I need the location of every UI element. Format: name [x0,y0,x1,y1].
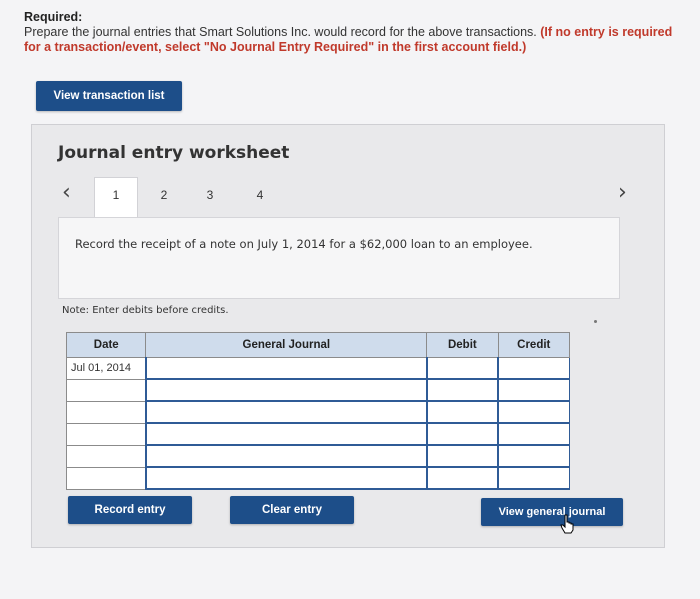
table-row [65,400,571,424]
chevron-left-icon[interactable]: ‹ [62,180,71,205]
date-cell[interactable]: Jul 01, 2014 [65,357,147,380]
required-instructions: Prepare the journal entries that Smart S… [24,25,684,55]
record-entry-button[interactable]: Record entry [68,496,192,524]
worksheet-title: Journal entry worksheet [58,143,290,163]
date-cell[interactable] [65,444,147,468]
tab-1[interactable]: 1 [94,177,138,219]
account-field[interactable] [144,444,428,468]
credit-field[interactable] [497,422,571,446]
credit-field[interactable] [497,444,571,468]
header-general-journal: General Journal [145,332,428,358]
transaction-description: Record the receipt of a note on July 1, … [75,237,533,251]
view-transaction-list-button[interactable]: View transaction list [36,81,182,111]
tab-2[interactable]: 2 [142,177,186,213]
debit-field[interactable] [425,466,499,490]
debits-note: Note: Enter debits before credits. [62,305,229,316]
account-field[interactable] [144,378,428,402]
tab-3[interactable]: 3 [188,177,232,213]
journal-table: Date General Journal Debit Credit Jul 01… [65,332,571,490]
table-row: Jul 01, 2014 [65,357,571,380]
date-cell[interactable] [65,378,147,402]
table-row [65,466,571,490]
account-field[interactable] [144,357,428,380]
table-row [65,422,571,446]
transaction-description-panel: Record the receipt of a note on July 1, … [58,217,620,299]
credit-field[interactable] [497,400,571,424]
table-row [65,444,571,468]
required-block: Required: Prepare the journal entries th… [24,10,684,55]
clear-entry-button[interactable]: Clear entry [230,496,354,524]
decorative-dot [594,320,597,323]
credit-field[interactable] [497,357,571,380]
credit-field[interactable] [497,466,571,490]
date-cell[interactable] [65,466,147,490]
debit-field[interactable] [425,444,499,468]
journal-entry-worksheet: Journal entry worksheet ‹ 1 2 3 4 › Reco… [31,124,665,548]
instruction-text: Prepare the journal entries that Smart S… [24,25,537,39]
date-cell[interactable] [65,400,147,424]
debit-field[interactable] [425,422,499,446]
hand-cursor-icon [560,514,574,534]
chevron-right-icon[interactable]: › [618,180,627,205]
account-field[interactable] [144,466,428,490]
header-debit: Debit [426,332,499,358]
required-title: Required: [24,10,83,24]
account-field[interactable] [144,400,428,424]
date-cell[interactable] [65,422,147,446]
header-credit: Credit [497,332,571,358]
account-field[interactable] [144,422,428,446]
header-date: Date [65,332,147,358]
table-row [65,378,571,402]
debit-field[interactable] [425,378,499,402]
credit-field[interactable] [497,378,571,402]
tab-4[interactable]: 4 [238,177,282,213]
table-header-row: Date General Journal Debit Credit [65,332,571,358]
debit-field[interactable] [425,400,499,424]
instruction-note-1: (If no entry is [540,25,619,39]
debit-field[interactable] [425,357,499,380]
view-general-journal-button[interactable]: View general journal [481,498,623,526]
